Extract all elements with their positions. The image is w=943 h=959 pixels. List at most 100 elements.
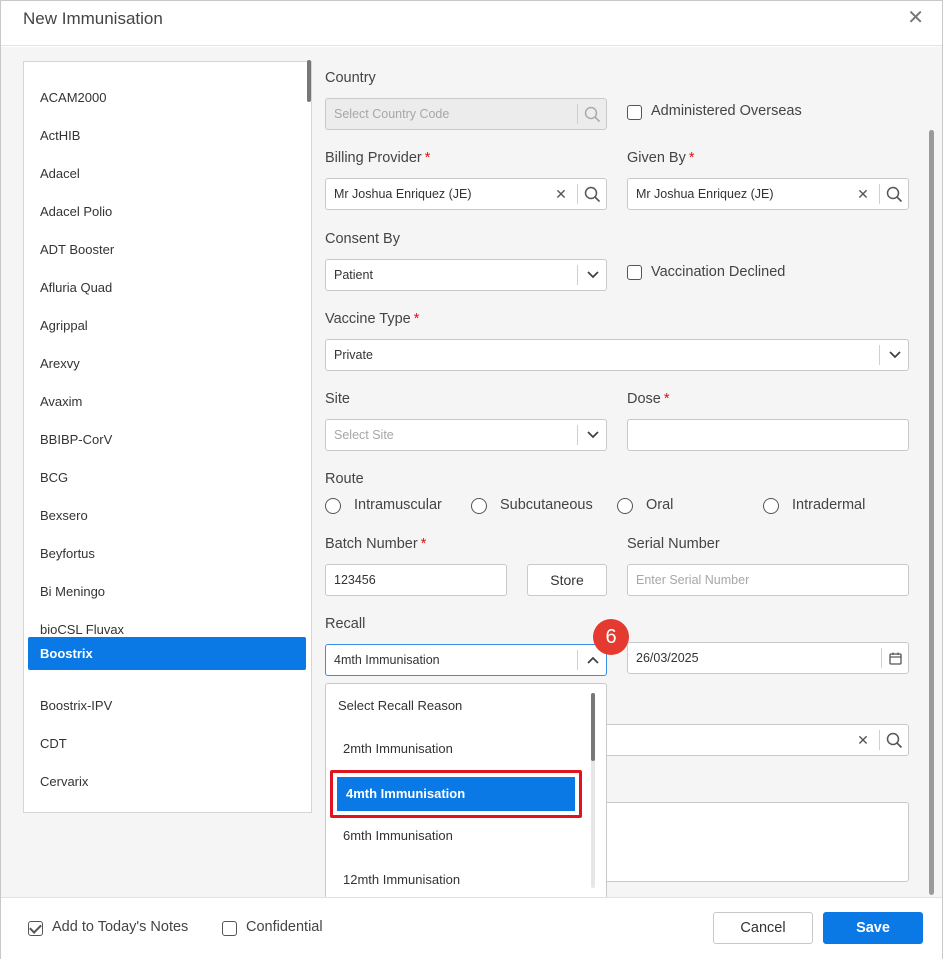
- recall-option[interactable]: 12mth Immunisation: [343, 872, 460, 887]
- vaccine-list-item[interactable]: Agrippal: [28, 309, 306, 342]
- given-by-value: Mr Joshua Enriquez (JE): [636, 187, 774, 201]
- recall-select[interactable]: 4mth Immunisation: [325, 644, 607, 676]
- consent-by-label: Consent By: [325, 231, 400, 247]
- route-label-oral: Oral: [646, 497, 674, 513]
- add-to-notes-checkbox[interactable]: [28, 921, 43, 936]
- vaccine-type-select[interactable]: Private: [325, 339, 909, 371]
- vaccine-list-item[interactable]: BBIBP-CorV: [28, 423, 306, 456]
- vaccine-type-label-text: Vaccine Type: [325, 311, 411, 327]
- search-icon[interactable]: [880, 179, 909, 209]
- vaccination-declined-label: Vaccination Declined: [651, 264, 786, 280]
- recall-option[interactable]: Select Recall Reason: [338, 698, 462, 713]
- vaccine-list-item[interactable]: ACAM2000: [28, 81, 306, 114]
- site-label: Site: [325, 391, 350, 407]
- vaccine-list-item[interactable]: Beyfortus: [28, 537, 306, 570]
- serial-number-placeholder: Enter Serial Number: [636, 573, 750, 587]
- vaccine-list-item[interactable]: Cervarix: [28, 765, 306, 798]
- vaccine-list-item[interactable]: Avaxim: [28, 385, 306, 418]
- step-badge: 6: [593, 619, 629, 655]
- chevron-down-icon[interactable]: [880, 340, 909, 370]
- hidden-search-field[interactable]: ✕: [591, 724, 909, 756]
- recall-label: Recall: [325, 616, 366, 632]
- given-by-label-text: Given By: [627, 150, 686, 166]
- vaccine-list-item[interactable]: Bexsero: [28, 499, 306, 532]
- search-icon[interactable]: [578, 179, 607, 209]
- form-scrollbar[interactable]: [929, 130, 934, 895]
- route-radio-oral[interactable]: [617, 498, 633, 514]
- required-mark: *: [424, 150, 431, 166]
- chevron-down-icon[interactable]: [578, 260, 607, 290]
- administered-overseas-label: Administered Overseas: [651, 103, 802, 119]
- recall-option-highlighted[interactable]: 4mth Immunisation: [337, 777, 575, 811]
- required-mark: *: [688, 150, 695, 166]
- given-by-field[interactable]: Mr Joshua Enriquez (JE) ✕: [627, 178, 909, 210]
- add-to-notes-label: Add to Today's Notes: [52, 919, 189, 935]
- clear-icon[interactable]: ✕: [853, 725, 873, 755]
- dropdown-scrollbar[interactable]: [591, 693, 595, 761]
- vaccine-type-value: Private: [334, 348, 373, 362]
- billing-provider-label: Billing Provider *: [325, 150, 430, 166]
- search-icon: [578, 99, 607, 129]
- route-radio-intradermal[interactable]: [763, 498, 779, 514]
- serial-number-input[interactable]: Enter Serial Number: [627, 564, 909, 596]
- vaccine-list[interactable]: ACAM2000 ActHIB Adacel Adacel Polio ADT …: [23, 61, 312, 813]
- batch-number-value: 123456: [334, 573, 376, 587]
- vaccine-list-item[interactable]: Arexvy: [28, 347, 306, 380]
- store-button[interactable]: Store: [527, 564, 607, 596]
- chevron-down-icon[interactable]: [578, 420, 607, 450]
- vaccine-list-item[interactable]: Adacel Polio: [28, 195, 306, 228]
- recall-date-value: 26/03/2025: [636, 651, 699, 665]
- confidential-label: Confidential: [246, 919, 323, 935]
- highlight-box: 4mth Immunisation: [330, 770, 582, 818]
- country-field: Select Country Code: [325, 98, 607, 130]
- recall-option[interactable]: 6mth Immunisation: [343, 828, 453, 843]
- vaccine-list-item[interactable]: Adacel: [28, 157, 306, 190]
- site-placeholder: Select Site: [334, 428, 394, 442]
- billing-provider-value: Mr Joshua Enriquez (JE): [334, 187, 472, 201]
- required-mark: *: [413, 311, 420, 327]
- vaccine-list-item[interactable]: Boostrix-IPV: [28, 689, 306, 722]
- dialog-title: New Immunisation: [23, 9, 163, 28]
- vaccine-list-item-selected[interactable]: Boostrix: [28, 637, 306, 670]
- vaccine-list-item[interactable]: CDT: [28, 727, 306, 760]
- administered-overseas-checkbox[interactable]: [627, 105, 642, 120]
- clear-icon[interactable]: ✕: [551, 179, 571, 209]
- vaccine-list-item[interactable]: Cholera: [28, 803, 306, 812]
- route-label-intramuscular: Intramuscular: [354, 497, 442, 513]
- required-mark: *: [663, 391, 670, 407]
- dialog-titlebar: New Immunisation ✕: [1, 1, 942, 46]
- vaccine-list-item[interactable]: ActHIB: [28, 119, 306, 152]
- vaccination-declined-checkbox[interactable]: [627, 265, 642, 280]
- batch-number-label: Batch Number *: [325, 536, 426, 552]
- confidential-checkbox[interactable]: [222, 921, 237, 936]
- site-select[interactable]: Select Site: [325, 419, 607, 451]
- route-label: Route: [325, 471, 364, 487]
- billing-provider-label-text: Billing Provider: [325, 150, 422, 166]
- vaccine-list-item[interactable]: Bi Meningo: [28, 575, 306, 608]
- vaccine-list-scrollbar[interactable]: [307, 60, 311, 102]
- batch-number-label-text: Batch Number: [325, 536, 418, 552]
- recall-option[interactable]: 2mth Immunisation: [343, 741, 453, 756]
- batch-number-input[interactable]: 123456: [325, 564, 507, 596]
- consent-by-select[interactable]: Patient: [325, 259, 607, 291]
- route-radio-subcutaneous[interactable]: [471, 498, 487, 514]
- cancel-button[interactable]: Cancel: [713, 912, 813, 944]
- clear-icon[interactable]: ✕: [853, 179, 873, 209]
- vaccine-list-item[interactable]: BCG: [28, 461, 306, 494]
- vaccine-type-label: Vaccine Type *: [325, 311, 419, 327]
- recall-date-input[interactable]: 26/03/2025: [627, 642, 909, 674]
- search-icon[interactable]: [880, 725, 909, 755]
- dose-input[interactable]: [627, 419, 909, 451]
- vaccine-list-item[interactable]: Afluria Quad: [28, 271, 306, 304]
- billing-provider-field[interactable]: Mr Joshua Enriquez (JE) ✕: [325, 178, 607, 210]
- save-button[interactable]: Save: [823, 912, 923, 944]
- required-mark: *: [420, 536, 427, 552]
- vaccine-list-item[interactable]: ADT Booster: [28, 233, 306, 266]
- new-immunisation-dialog: New Immunisation ✕ ACAM2000 ActHIB Adace…: [0, 0, 943, 959]
- country-label: Country: [325, 70, 376, 86]
- calendar-icon[interactable]: [881, 643, 910, 673]
- route-label-subcutaneous: Subcutaneous: [500, 497, 593, 513]
- close-icon[interactable]: ✕: [907, 8, 924, 28]
- notes-textarea[interactable]: [591, 802, 909, 882]
- route-radio-intramuscular[interactable]: [325, 498, 341, 514]
